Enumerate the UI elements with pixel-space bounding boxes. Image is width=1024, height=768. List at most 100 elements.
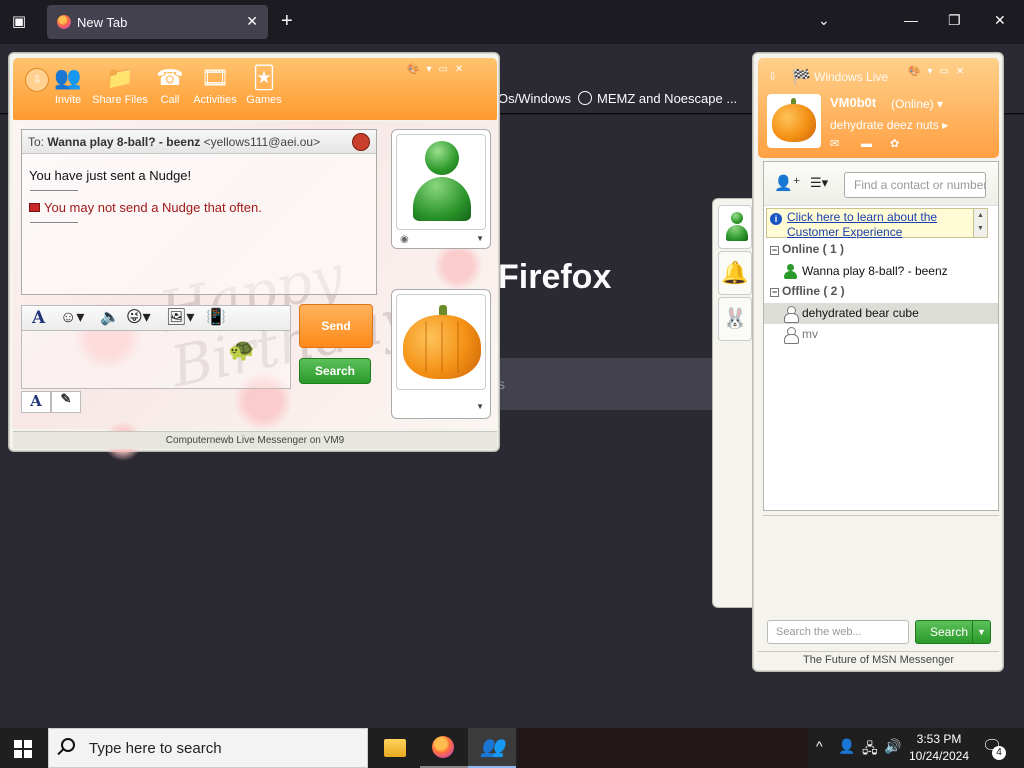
view-options-icon[interactable]: ☰▾ bbox=[810, 175, 828, 191]
divider bbox=[763, 515, 999, 516]
contact-item-dehydrated-bear-cube[interactable]: dehydrated bear cube bbox=[764, 303, 998, 324]
user-display-picture[interactable] bbox=[767, 94, 821, 148]
group-offline[interactable]: − Offline ( 2 ) bbox=[770, 284, 845, 298]
start-tile bbox=[14, 750, 22, 758]
customer-experience-link[interactable]: Click here to learn about the Customer E… bbox=[787, 210, 959, 239]
chevron-down-icon[interactable]: ▼ bbox=[476, 402, 484, 411]
games-button[interactable]: 🃏 Games bbox=[245, 64, 283, 106]
activities-button[interactable]: 🎞 Activities bbox=[191, 64, 239, 106]
new-tab-button[interactable]: + bbox=[281, 10, 293, 32]
games-label: Games bbox=[246, 94, 282, 106]
message-input[interactable]: 🐢 bbox=[21, 331, 291, 389]
firefox-icon bbox=[432, 736, 454, 758]
taskbar-firefox[interactable] bbox=[420, 728, 468, 768]
taskbar: Type here to search 👥 ^ 👤 🖧 🔊 3:53 PM 10… bbox=[0, 728, 1024, 768]
firefox-search-box[interactable]: s bbox=[475, 358, 715, 410]
buddy-head bbox=[731, 212, 743, 224]
taskbar-search-box[interactable]: Type here to search bbox=[48, 728, 368, 768]
wink-icon[interactable]: 😜▾ bbox=[126, 309, 151, 327]
messenger-tray-icon[interactable]: 👤 bbox=[838, 738, 855, 755]
offline-person-icon bbox=[784, 327, 799, 344]
chevron-up-icon[interactable]: ^ bbox=[816, 738, 823, 754]
chevron-down-icon[interactable]: ▼ bbox=[972, 621, 990, 643]
notifications-icon[interactable]: 🗨 4 bbox=[982, 736, 1006, 760]
tab-new-tab[interactable]: New Tab ✕ bbox=[47, 5, 268, 39]
type-mode-tab[interactable]: A bbox=[21, 391, 51, 413]
voice-clip-icon[interactable]: 🔈 bbox=[100, 309, 120, 327]
taskbar-messenger[interactable]: 👥 bbox=[468, 728, 516, 768]
emoticon-icon[interactable]: ☺▾ bbox=[60, 309, 84, 327]
background-icon[interactable]: 🖼▾ bbox=[166, 309, 194, 327]
contact-display-picture[interactable]: ◉ ▼ bbox=[391, 129, 491, 249]
compose-toolbar: A ☺▾ 🔈 😜▾ 🖼▾ 📳 bbox=[21, 305, 291, 331]
add-contact-icon[interactable]: 👤⁺ bbox=[774, 174, 801, 192]
invite-button[interactable]: 👥 Invite bbox=[51, 64, 85, 106]
offline-person-icon bbox=[784, 306, 799, 323]
online-person-icon bbox=[784, 264, 797, 279]
share-files-button[interactable]: 📁 Share Files bbox=[91, 64, 149, 106]
contact-list-header: ⇩ 🏁 Windows Live 🎨▾▭✕ VM0b0t (Online) ▾ … bbox=[758, 58, 999, 158]
group-online[interactable]: − Online ( 1 ) bbox=[770, 242, 844, 256]
taskbar-file-explorer[interactable] bbox=[372, 728, 420, 768]
windows-start-icon[interactable] bbox=[14, 740, 32, 758]
window-controls[interactable]: 🎨▾▭✕ bbox=[407, 64, 470, 75]
list-all-tabs-icon[interactable]: ▣ bbox=[8, 11, 30, 33]
alerts-tab-bell-icon[interactable]: 🔔 bbox=[718, 251, 752, 295]
volume-icon[interactable]: 🔊 bbox=[884, 738, 901, 755]
clock-time: 3:53 PM bbox=[916, 732, 962, 746]
personal-message[interactable]: dehydrate deez nuts ▸ bbox=[830, 118, 948, 132]
nudge-icon[interactable]: 📳 bbox=[206, 309, 226, 327]
minimize-button[interactable]: — bbox=[904, 12, 918, 28]
contact-item-beenz[interactable]: Wanna play 8-ball? - beenz bbox=[764, 261, 998, 282]
playing-cards-icon: 🃏 bbox=[252, 65, 276, 90]
invite-icon: 👥 bbox=[54, 65, 82, 90]
contacts-tab[interactable] bbox=[718, 205, 752, 249]
collapse-icon: − bbox=[770, 287, 779, 297]
message-history[interactable]: To: Wanna play 8-ball? - beenz <yellows1… bbox=[21, 129, 377, 295]
chevron-down-icon[interactable]: ⌄ bbox=[818, 12, 830, 29]
user-status-text: (Online) bbox=[891, 97, 934, 111]
pumpkin-rib bbox=[425, 321, 427, 373]
buddy-head bbox=[425, 141, 459, 175]
mail-icon[interactable]: ✉ bbox=[830, 138, 844, 150]
close-window-button[interactable]: ✕ bbox=[994, 12, 1006, 29]
film-reel-icon: 🎞 bbox=[201, 65, 229, 90]
block-icon[interactable] bbox=[352, 133, 370, 151]
network-icon[interactable]: 🖧 bbox=[862, 738, 878, 762]
spaces-icon[interactable]: ✿ bbox=[890, 138, 904, 150]
folder-icon[interactable]: ▬ bbox=[861, 138, 875, 150]
bookmark-memz[interactable]: MEMZ and Noescape ... bbox=[578, 91, 737, 106]
user-status[interactable]: (Online) ▾ bbox=[891, 97, 943, 111]
font-icon[interactable]: A bbox=[32, 309, 45, 327]
call-button[interactable]: ☎ Call bbox=[153, 64, 187, 106]
menu-icon[interactable]: ⇩ bbox=[768, 70, 777, 83]
restore-button[interactable]: ❐ bbox=[948, 12, 961, 29]
notification-count: 4 bbox=[992, 746, 1006, 760]
contact-name[interactable]: Wanna play 8-ball? - beenz bbox=[47, 135, 200, 149]
activities-tab-icon[interactable]: 🐰 bbox=[718, 297, 752, 341]
own-display-picture[interactable]: ▼ bbox=[391, 289, 491, 419]
bookmark-os-windows[interactable]: Os/Windows bbox=[498, 91, 571, 106]
group-online-label: Online ( 1 ) bbox=[782, 242, 845, 256]
webcam-icon[interactable]: ◉ bbox=[400, 234, 409, 245]
user-name[interactable]: VM0b0t bbox=[830, 95, 876, 110]
clock[interactable]: 3:53 PM 10/24/2024 bbox=[900, 731, 978, 765]
send-button[interactable]: Send bbox=[299, 304, 373, 348]
close-tab-icon[interactable]: ✕ bbox=[246, 13, 258, 30]
window-controls[interactable]: 🎨▾▭✕ bbox=[908, 66, 971, 77]
activities-label: Activities bbox=[193, 94, 237, 106]
search-button[interactable]: Search bbox=[299, 358, 371, 384]
windows-flag-icon: 🏁 bbox=[792, 69, 811, 86]
web-search-button[interactable]: Search ▼ bbox=[915, 620, 991, 644]
find-contact-input[interactable]: Find a contact or number bbox=[844, 172, 986, 198]
chevron-down-icon[interactable]: ▼ bbox=[476, 234, 484, 243]
display-picture-frame bbox=[396, 294, 486, 390]
notice-scrollbar[interactable]: ▲ ▼ bbox=[973, 209, 987, 237]
web-search-label: Search bbox=[930, 625, 969, 639]
pumpkin-picture bbox=[403, 305, 481, 383]
messenger-menu-icon[interactable]: ⇩ bbox=[25, 68, 49, 92]
web-search-input[interactable]: Search the web... bbox=[767, 620, 909, 644]
personal-message-text: dehydrate deez nuts bbox=[830, 118, 939, 132]
handwrite-mode-tab[interactable]: ✎ bbox=[51, 391, 81, 413]
contact-item-mv[interactable]: mv bbox=[764, 324, 998, 345]
